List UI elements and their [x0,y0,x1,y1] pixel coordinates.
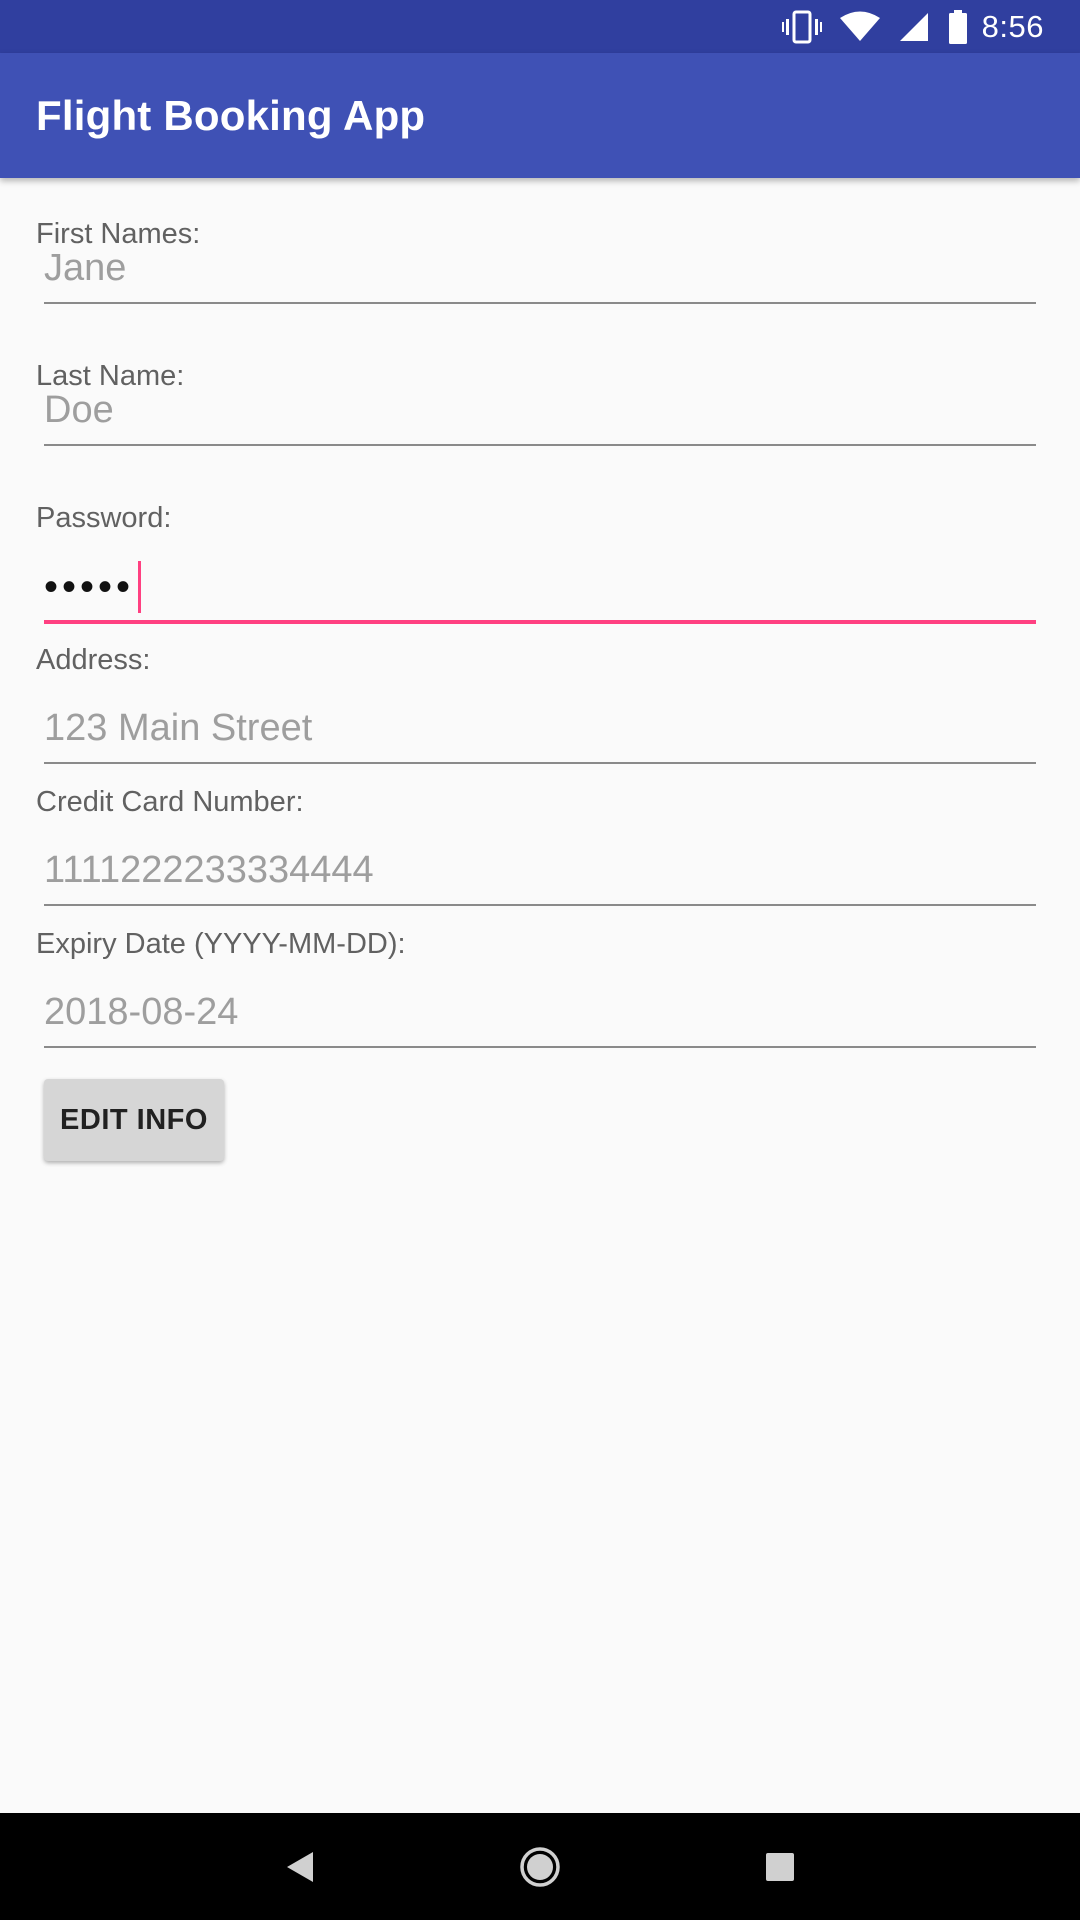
first-name-field[interactable]: Jane [44,234,1036,304]
edit-info-button[interactable]: EDIT INFO [44,1079,224,1161]
app-bar: Flight Booking App [0,53,1080,178]
expiry-value: 2018-08-24 [44,990,239,1033]
recents-icon [766,1852,794,1881]
address-value: 123 Main Street [44,706,313,749]
navigation-bar [0,1813,1080,1920]
text-cursor [138,561,142,613]
last-name-value: Doe [44,388,114,431]
vibrate-icon [781,10,822,44]
password-value: ••••• [44,565,135,609]
credit-card-label: Credit Card Number: [36,786,304,818]
battery-icon [948,9,968,44]
expiry-label: Expiry Date (YYYY-MM-DD): [36,928,406,960]
home-icon [520,1846,560,1887]
address-label: Address: [36,644,151,676]
password-label: Password: [36,502,172,534]
signal-icon [898,11,930,43]
home-button[interactable] [500,1827,580,1907]
last-name-field[interactable]: Doe [44,376,1036,446]
back-icon [287,1851,313,1882]
password-field[interactable]: ••••• [44,554,1036,624]
credit-card-value: 1111222233334444 [44,848,374,891]
status-icons [781,9,968,44]
status-time: 8:56 [981,8,1044,44]
status-bar: 8:56 [0,0,1080,53]
expiry-field[interactable]: 2018-08-24 [44,978,1036,1048]
credit-card-field[interactable]: 1111222233334444 [44,836,1036,906]
first-name-value: Jane [44,246,127,289]
wifi-icon [839,11,880,43]
back-button[interactable] [260,1827,340,1907]
recents-button[interactable] [740,1827,820,1907]
app-title: Flight Booking App [36,91,426,139]
address-field[interactable]: 123 Main Street [44,694,1036,764]
